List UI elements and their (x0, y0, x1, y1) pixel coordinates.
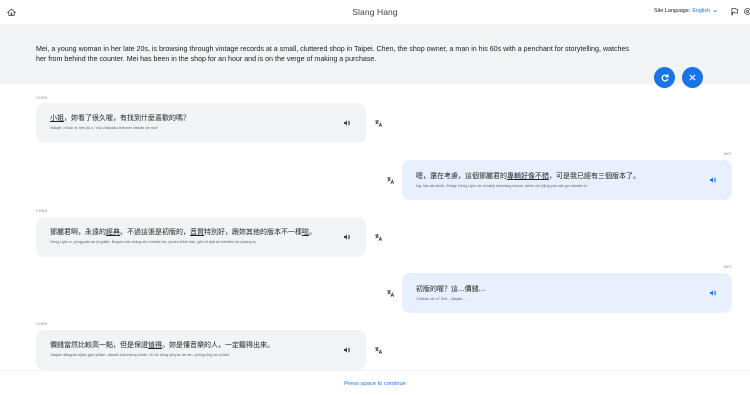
play-audio-button[interactable] (708, 288, 717, 297)
message-chinese: 鄧麗君啊，永遠的經典。不過這張是初版的，音質特別好，跟妳其他的版本不一樣啦。 (50, 227, 316, 237)
conversation: CHEN 小姐，妳看了很久喔，有找到什麼喜歡的嗎？ Xiǎojiě, nǐ kà… (0, 84, 750, 370)
translate-icon (374, 346, 382, 354)
message-bubble: 嗯，還在考慮，這個鄧麗君的專輯好像不錯，可是我已經有三個版本了。 Ng, hái… (402, 160, 732, 200)
speaker-icon (343, 346, 350, 353)
message-text-segment: 初版的喔？這...價錢... (416, 285, 486, 293)
settings-icon[interactable] (743, 7, 750, 16)
play-audio-button[interactable] (342, 345, 351, 354)
speaker-icon (709, 176, 716, 183)
message-text-segment: ，可是我已經有三個版本了。 (549, 172, 640, 180)
message-chinese: 小姐，妳看了很久喔，有找到什麼喜歡的嗎？ (50, 113, 190, 123)
speaker-label: CHEN (36, 96, 48, 100)
translate-button[interactable] (385, 288, 395, 298)
app-title: Slang Hang (352, 7, 398, 17)
message-text-segment: 嗯，還在考慮，這個鄧麗君的 (416, 172, 507, 180)
speaker-label: CHEN (36, 209, 48, 213)
site-language-selector[interactable]: Site Language: English (654, 8, 718, 14)
message-text-segment: 。妳是懂音樂的人，一定聽得出來。 (162, 341, 274, 349)
speaker-label: MEI (724, 265, 732, 269)
message-text-segment: 。 (309, 228, 316, 236)
translate-button[interactable] (385, 175, 395, 185)
play-audio-button[interactable] (342, 232, 351, 241)
speaker-icon (709, 289, 716, 296)
message-pinyin: Jiàqián dāngrán bǐjiào gāo yīdiǎn, dànsh… (50, 353, 230, 357)
scenario-description: Mei, a young woman in her late 20s, is b… (36, 45, 629, 63)
continue-prompt[interactable]: Press space to continue (0, 381, 750, 387)
top-bar: Slang Hang Site Language: English (0, 0, 750, 24)
flag-icon[interactable] (730, 7, 739, 16)
message-pinyin: Dèng Lìjūn a, yǒngyuǎn de jīngdiǎn. Búgu… (50, 240, 257, 244)
site-language-label: Site Language: (654, 8, 691, 14)
vocab-word[interactable]: 值得 (148, 341, 162, 349)
vocab-word[interactable]: 經典 (106, 228, 120, 236)
translate-button[interactable] (373, 118, 383, 128)
message-bubble: 初版的喔？這...價錢... Chūbǎn de o? Zhè... jiàqi… (402, 273, 732, 313)
footer: Press space to continue (0, 370, 750, 395)
vocab-word[interactable]: 小姐 (50, 114, 64, 122)
message-pinyin: Chūbǎn de o? Zhè... jiàqián... (416, 297, 466, 301)
chevron-down-icon[interactable] (712, 8, 718, 14)
play-audio-button[interactable] (342, 118, 351, 127)
translate-icon (386, 289, 394, 297)
vocab-word[interactable]: 啦 (302, 228, 309, 236)
translate-icon (374, 119, 382, 127)
message-text-segment: 特別好，跟妳其他的版本不一樣 (204, 228, 302, 236)
translate-icon (386, 176, 394, 184)
message-chinese: 初版的喔？這...價錢... (416, 284, 485, 294)
translate-icon (374, 233, 382, 241)
message-bubble: 鄧麗君啊，永遠的經典。不過這張是初版的，音質特別好，跟妳其他的版本不一樣啦。 D… (36, 217, 366, 257)
message-pinyin: Ng, hái zài kǎolǜ, Zhège Dèng Lìjūn de z… (416, 184, 589, 188)
site-language-value[interactable]: English (692, 8, 710, 14)
speaker-label: MEI (724, 152, 732, 156)
speaker-icon (343, 233, 350, 240)
speaker-icon (343, 119, 350, 126)
message-bubble: 價錢當然比較高一點，但是保證值得。妳是懂音樂的人，一定聽得出來。 Jiàqián… (36, 330, 366, 370)
vocab-word[interactable]: 音質 (190, 228, 204, 236)
translate-button[interactable] (373, 345, 383, 355)
speaker-label: CHEN (36, 322, 48, 326)
message-chinese: 嗯，還在考慮，這個鄧麗君的專輯好像不錯，可是我已經有三個版本了。 (416, 171, 640, 181)
message-pinyin: Xiǎojiě, nǐ kàn le hěn jiǔ o, Yǒu zhǎodà… (50, 126, 159, 130)
scenario-panel: Mei, a young woman in her late 20s, is b… (0, 24, 750, 88)
translate-button[interactable] (373, 232, 383, 242)
message-bubble: 小姐，妳看了很久喔，有找到什麼喜歡的嗎？ Xiǎojiě, nǐ kàn le … (36, 103, 366, 143)
message-text-segment: 價錢當然比較高一點，但是保證 (50, 341, 148, 349)
vocab-word[interactable]: 專輯好像不錯 (507, 172, 549, 180)
play-audio-button[interactable] (708, 175, 717, 184)
message-chinese: 價錢當然比較高一點，但是保證值得。妳是懂音樂的人，一定聽得出來。 (50, 340, 274, 350)
message-text-segment: 。不過這張是初版的， (120, 228, 190, 236)
refresh-icon (661, 73, 669, 82)
message-text-segment: ，妳看了很久喔，有找到什麼喜歡的嗎？ (64, 114, 190, 122)
close-icon (689, 74, 696, 81)
message-text-segment: 鄧麗君啊，永遠的 (50, 228, 106, 236)
